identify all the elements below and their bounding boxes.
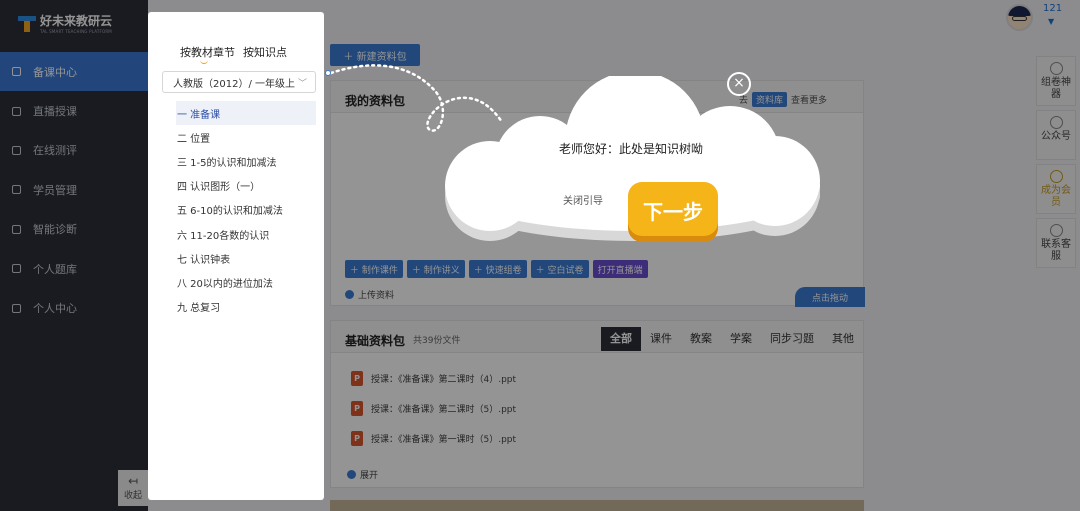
close-icon[interactable]: × [727,72,751,96]
guide-message: 老师您好：此处是知识树呦 [559,142,704,156]
guide-anchor-dot [325,70,331,76]
next-step-button[interactable]: 下一步 [628,182,718,242]
close-guide-link[interactable]: 关闭引导 [563,192,603,207]
